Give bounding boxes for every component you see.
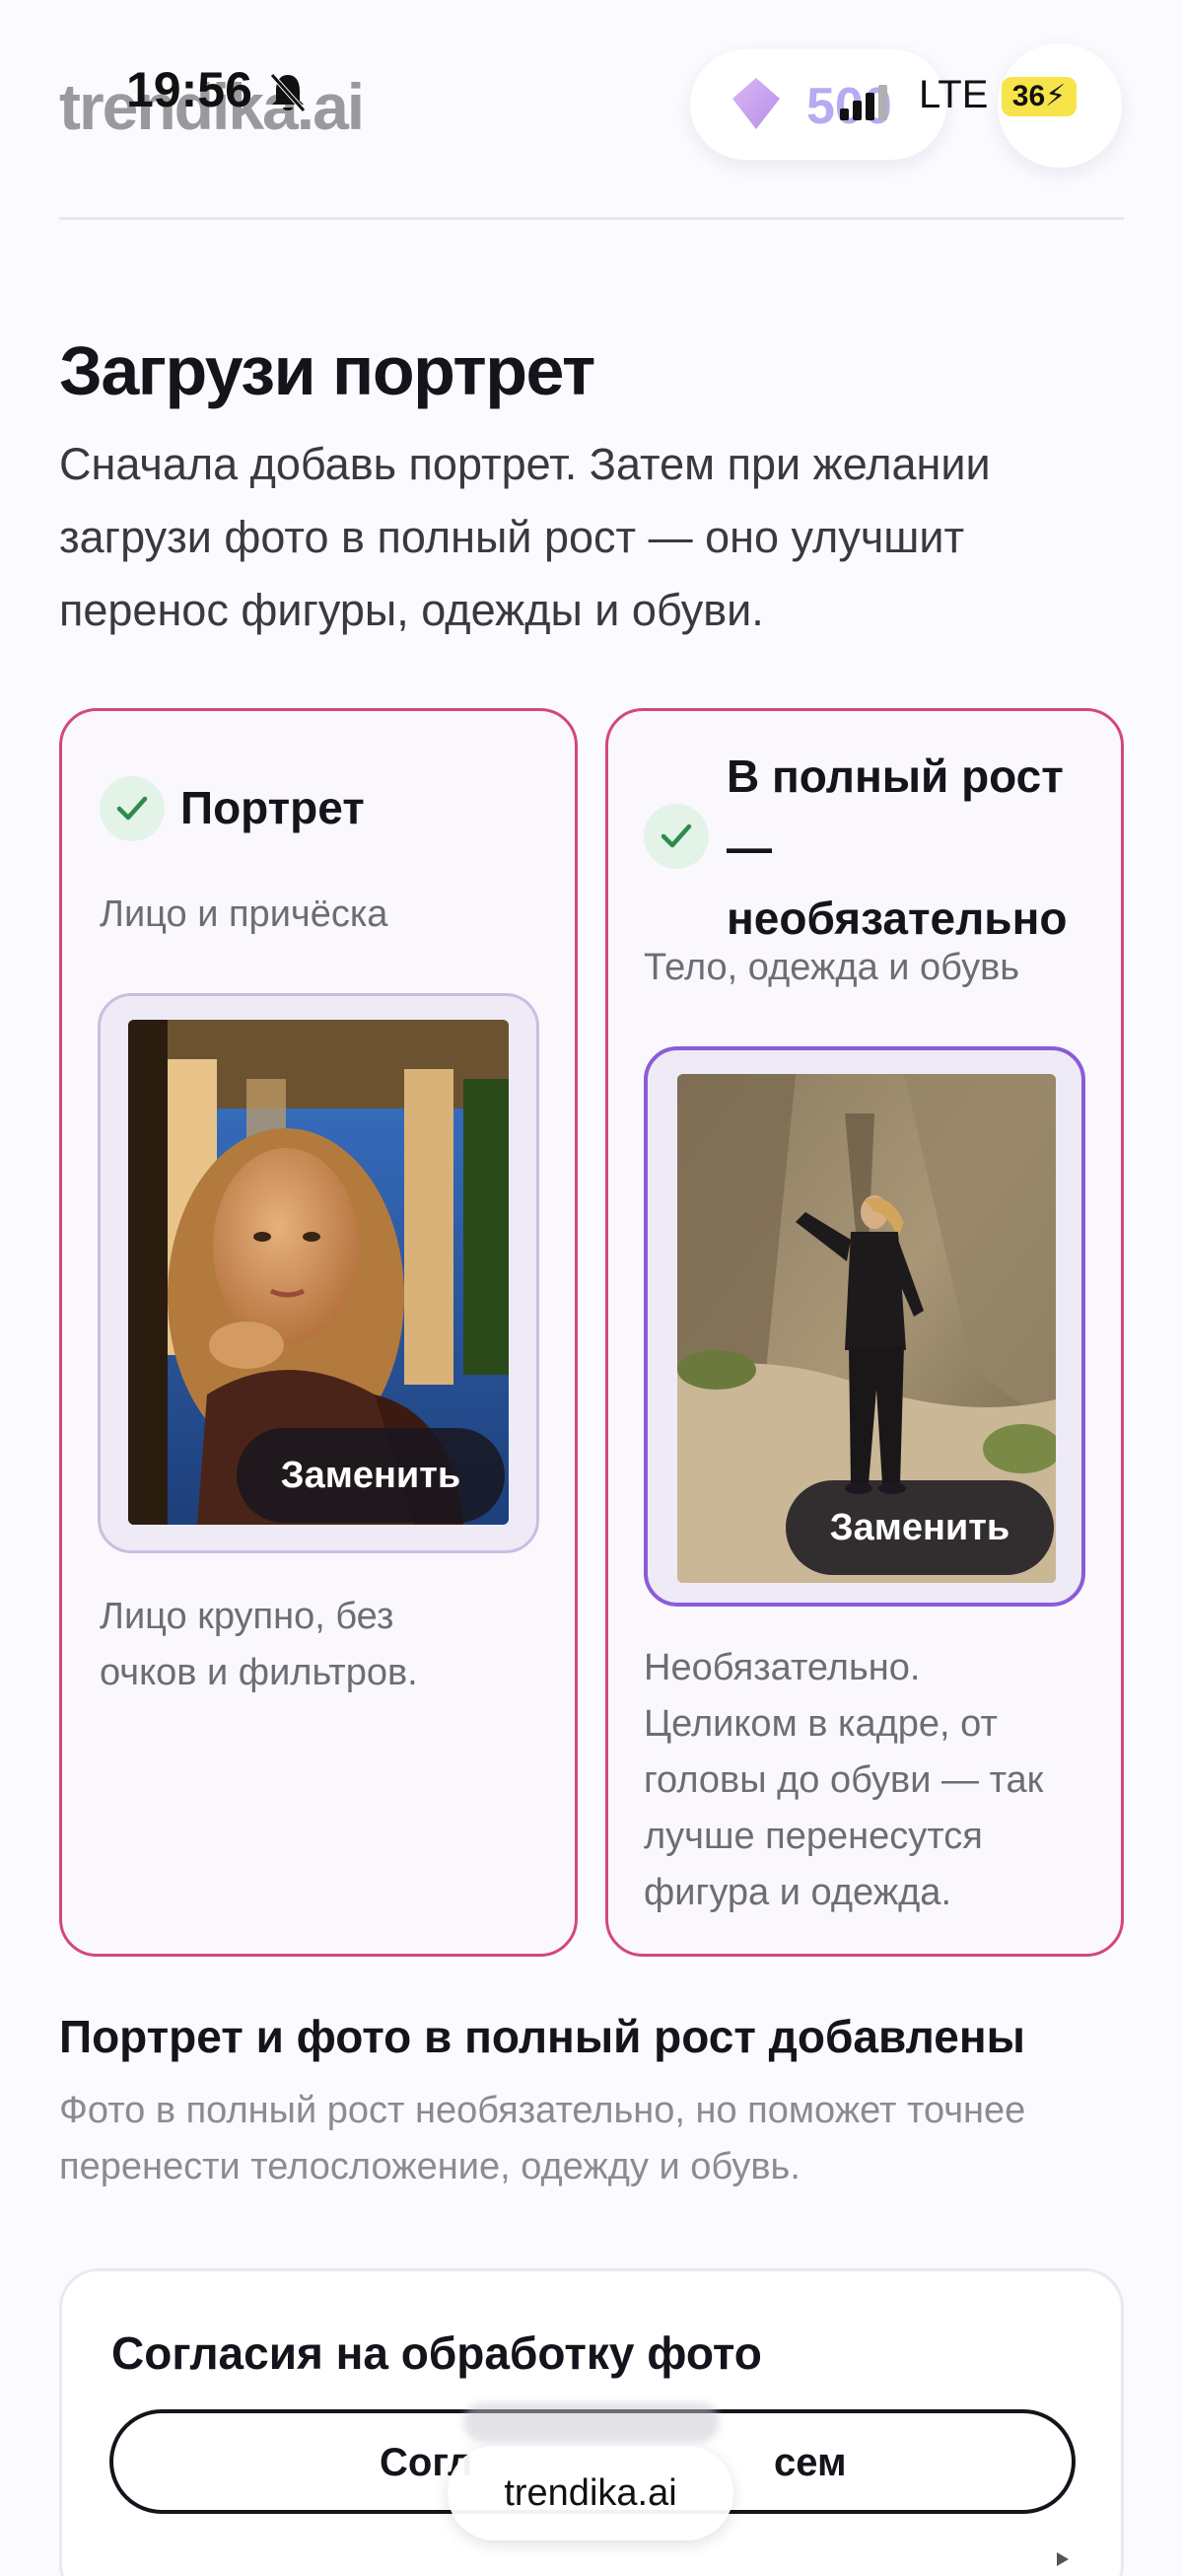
full-body-card-note: Необязательно. Целиком в кадре, от голов… [644, 1647, 1044, 1913]
check-icon [100, 776, 165, 841]
battery-level: 36 [1011, 80, 1046, 112]
full-body-card-description: Тело, одежда и обувь [644, 947, 1020, 988]
url-blur-overlay [463, 2402, 720, 2442]
replace-full-body-button[interactable]: Заменить [786, 1480, 1054, 1575]
network-type: LTE [919, 73, 989, 116]
full-body-title-line-1: В полный рост [727, 751, 1064, 802]
status-time: 19:56 [126, 62, 252, 117]
portrait-photo-frame[interactable]: Заменить [98, 993, 539, 1553]
summary-title: Портрет и фото в полный рост добавлены [59, 2011, 1025, 2062]
portrait-card[interactable]: Портрет Лицо и причёска Заменить Лицо кр… [59, 708, 578, 1957]
full-body-photo-frame[interactable]: Заменить [644, 1046, 1085, 1607]
page-subtitle: Сначала добавь портрет. Затем при желани… [59, 439, 991, 635]
play-indicator-icon [1057, 2552, 1069, 2566]
upload-portrait-page: trendika.ai 19:56 500 LTE 36⚡ Загрузи по… [0, 0, 1183, 2576]
credits-balance[interactable]: 500 [690, 49, 946, 160]
portrait-card-note: Лицо крупно, без очков и фильтров. [100, 1596, 418, 1693]
summary-text: Фото в полный рост необязательно, но пом… [59, 2090, 1026, 2187]
consent-button-label-end: сем [774, 2441, 847, 2484]
page-title: Загрузи портрет [59, 332, 595, 409]
muted-bell-icon [270, 73, 306, 112]
full-body-title-line-2: — [727, 822, 772, 873]
portrait-card-description: Лицо и причёска [100, 894, 388, 935]
replace-portrait-button[interactable]: Заменить [237, 1428, 505, 1523]
consent-title: Согласия на обработку фото [111, 2327, 762, 2379]
browser-url-pill[interactable]: trendika.ai [448, 2446, 733, 2540]
check-icon [644, 804, 709, 869]
gem-icon [732, 78, 780, 129]
signal-strength-icon [840, 85, 887, 120]
portrait-card-title: Портрет [180, 782, 365, 833]
battery-indicator: 36⚡ [1002, 77, 1077, 116]
full-body-card-title: В полный рост — необязательно [727, 741, 1067, 954]
header-divider [59, 217, 1124, 220]
charging-bolt-icon: ⚡ [1045, 80, 1067, 112]
full-body-card[interactable]: В полный рост — необязательно Тело, одеж… [605, 708, 1124, 1957]
